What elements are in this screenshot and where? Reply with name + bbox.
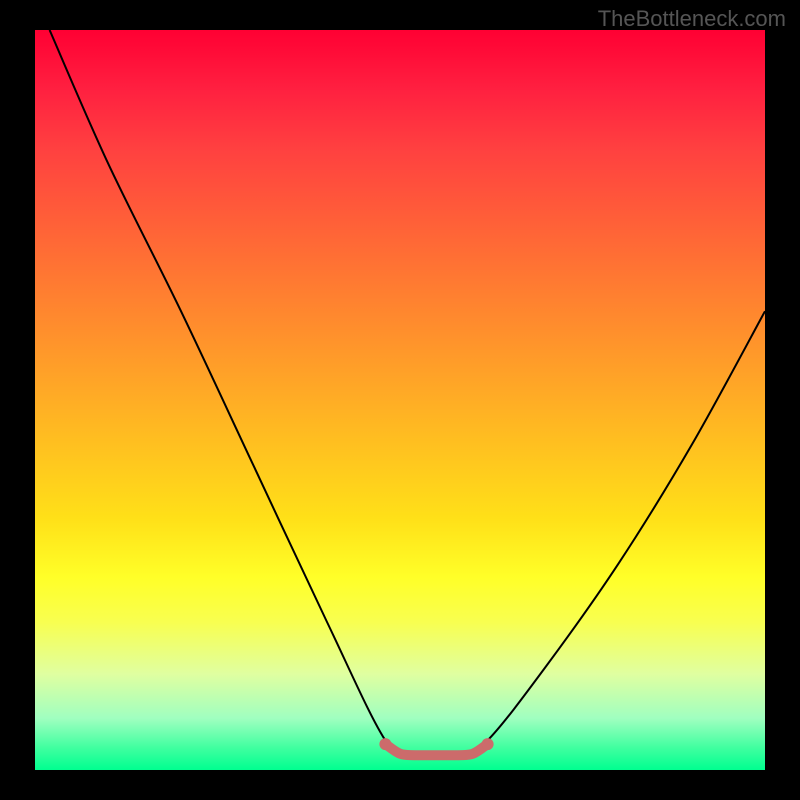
- plot-area: [35, 30, 765, 770]
- optimal-band-dot-left: [379, 738, 391, 750]
- optimal-band-dot-right: [482, 738, 494, 750]
- bottleneck-curve-path: [50, 30, 765, 756]
- optimal-band-path: [385, 744, 487, 755]
- watermark-text: TheBottleneck.com: [598, 6, 786, 32]
- chart-svg: [35, 30, 765, 770]
